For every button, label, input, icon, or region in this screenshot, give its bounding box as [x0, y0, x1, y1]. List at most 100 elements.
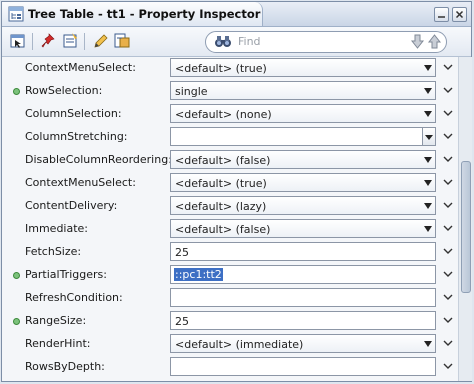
- property-text-field[interactable]: 25: [170, 242, 436, 261]
- property-label: Immediate:: [25, 222, 89, 235]
- close-button[interactable]: [452, 7, 467, 22]
- property-value: <default> (true): [175, 62, 267, 75]
- combo-dropdown-button[interactable]: [422, 128, 435, 145]
- property-text-field[interactable]: [170, 288, 436, 307]
- property-text-field[interactable]: [170, 357, 436, 376]
- property-label: DisableColumnReordering:: [25, 153, 172, 166]
- property-value: <default> (immediate): [175, 338, 304, 351]
- scrollbar-thumb[interactable]: [461, 161, 471, 293]
- property-value: single: [175, 85, 208, 98]
- property-row: RowsByDepth:: [2, 356, 458, 379]
- minimize-button[interactable]: [434, 7, 449, 22]
- property-label: RefreshCondition:: [25, 291, 123, 304]
- property-value: 25: [175, 246, 189, 259]
- property-row: ColumnStretching:: [2, 126, 458, 149]
- property-dropdown[interactable]: <default> (true): [170, 58, 436, 77]
- tree-table-icon: [8, 6, 24, 22]
- dropdown-arrow-icon: [424, 203, 432, 209]
- property-value: <default> (false): [175, 154, 271, 167]
- property-label: FetchSize:: [25, 245, 82, 258]
- minimize-icon: [438, 16, 445, 18]
- edit-properties-icon[interactable]: [61, 32, 79, 50]
- property-value: <default> (lazy): [175, 200, 267, 213]
- chevron-down-icon[interactable]: [443, 270, 453, 278]
- property-dropdown[interactable]: <default> (false): [170, 150, 436, 169]
- pin-icon[interactable]: [40, 32, 58, 50]
- chevron-down-icon[interactable]: [443, 362, 453, 370]
- property-value: <default> (true): [175, 177, 267, 190]
- toolbar-separator: [32, 33, 33, 50]
- chevron-down-icon[interactable]: [443, 293, 453, 301]
- property-row: FetchSize: 25: [2, 241, 458, 264]
- title-tab[interactable]: Tree Table - tt1 - Property Inspector: [2, 2, 263, 26]
- property-row: RefreshCondition:: [2, 287, 458, 310]
- property-row: RowSelection: single: [2, 80, 458, 103]
- property-list: ContextMenuSelect: <default> (true) RowSel…: [2, 57, 458, 381]
- property-label: ColumnStretching:: [25, 130, 128, 143]
- dropdown-arrow-icon: [425, 135, 433, 140]
- chevron-down-icon[interactable]: [443, 178, 453, 186]
- required-indicator-icon: [13, 88, 20, 95]
- chevron-down-icon[interactable]: [443, 86, 453, 94]
- property-label: PartialTriggers:: [25, 268, 107, 281]
- chevron-down-icon[interactable]: [443, 155, 453, 163]
- required-indicator-icon: [13, 318, 20, 325]
- property-text-field[interactable]: 25: [170, 311, 436, 330]
- toolbar: [2, 27, 471, 57]
- property-dropdown[interactable]: <default> (immediate): [170, 334, 436, 353]
- property-dropdown[interactable]: <default> (none): [170, 104, 436, 123]
- bind-icon[interactable]: [113, 32, 131, 50]
- select-mode-icon[interactable]: [9, 32, 27, 50]
- dropdown-arrow-icon: [424, 157, 432, 163]
- property-row: ContextMenuSelect: <default> (true): [2, 57, 458, 80]
- close-icon: [455, 10, 464, 19]
- chevron-down-icon[interactable]: [443, 201, 453, 209]
- dropdown-arrow-icon: [424, 88, 432, 94]
- property-label: ColumnSelection:: [25, 107, 122, 120]
- required-indicator-icon: [13, 272, 20, 279]
- property-value: <default> (false): [175, 223, 271, 236]
- binoculars-icon: [215, 36, 231, 47]
- property-dropdown[interactable]: single: [170, 81, 436, 100]
- property-label: RenderHint:: [25, 337, 91, 350]
- dropdown-arrow-icon: [424, 65, 432, 71]
- property-row: DisableColumnReordering: <default> (false…: [2, 149, 458, 172]
- property-label: ContextMenuSelect:: [25, 176, 136, 189]
- property-value: 25: [175, 315, 189, 328]
- chevron-down-icon[interactable]: [443, 339, 453, 347]
- dropdown-arrow-icon: [424, 226, 432, 232]
- property-text-field[interactable]: ::pc1:tt2: [170, 265, 436, 284]
- property-row: RangeSize: 25: [2, 310, 458, 333]
- chevron-down-icon[interactable]: [443, 63, 453, 71]
- search-box[interactable]: [205, 31, 447, 53]
- title-bar: Tree Table - tt1 - Property Inspector: [2, 2, 471, 27]
- chevron-down-icon[interactable]: [443, 132, 453, 140]
- vertical-scrollbar[interactable]: [458, 57, 472, 381]
- chevron-down-icon[interactable]: [443, 316, 453, 324]
- property-row: ContextMenuSelect: <default> (true): [2, 172, 458, 195]
- property-label: ContentDelivery:: [25, 199, 118, 212]
- property-row: RenderHint: <default> (immediate): [2, 333, 458, 356]
- chevron-down-icon[interactable]: [443, 224, 453, 232]
- property-label: ContextMenuSelect:: [25, 61, 136, 74]
- property-dropdown[interactable]: <default> (true): [170, 173, 436, 192]
- property-dropdown[interactable]: <default> (false): [170, 219, 436, 238]
- property-combo-field[interactable]: [170, 127, 436, 146]
- property-dropdown[interactable]: <default> (lazy): [170, 196, 436, 215]
- chevron-down-icon[interactable]: [443, 109, 453, 117]
- pencil-icon[interactable]: [92, 32, 110, 50]
- chevron-down-icon[interactable]: [443, 247, 453, 255]
- find-next-icon[interactable]: [410, 34, 425, 49]
- property-label: RowSelection:: [25, 84, 103, 97]
- property-row: ColumnSelection: <default> (none): [2, 103, 458, 126]
- property-inspector-panel: Tree Table - tt1 - Property Inspector Fi…: [1, 1, 472, 382]
- property-value: ::pc1:tt2: [174, 268, 223, 281]
- find-previous-icon[interactable]: [427, 34, 442, 49]
- property-value: <default> (none): [175, 108, 272, 121]
- property-row: ContentDelivery: <default> (lazy): [2, 195, 458, 218]
- toolbar-separator: [84, 33, 85, 50]
- search-input[interactable]: [238, 34, 388, 49]
- dropdown-arrow-icon: [424, 180, 432, 186]
- property-label: RowsByDepth:: [25, 360, 105, 373]
- property-row: PartialTriggers:::pc1:tt2: [2, 264, 458, 287]
